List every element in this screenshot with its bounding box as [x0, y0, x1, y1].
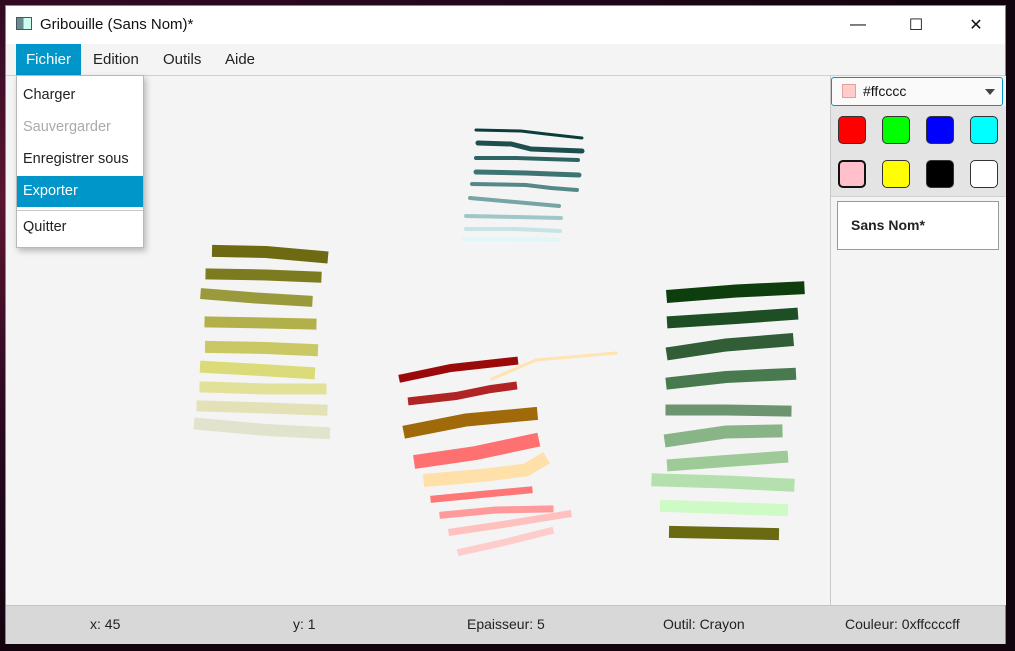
menu-item-exporter[interactable]: Exporter — [17, 176, 143, 207]
menu-edition[interactable]: Edition — [83, 44, 149, 75]
menu-item-enregistrer-sous[interactable]: Enregistrer sous — [17, 144, 143, 175]
scribble-group-olive — [193, 244, 331, 440]
menu-bar: Fichier Edition Outils Aide — [6, 44, 1005, 76]
close-button[interactable]: ✕ — [947, 6, 1005, 44]
menu-aide[interactable]: Aide — [215, 44, 265, 75]
app-window: Gribouille (Sans Nom)* — ☐ ✕ Fichier Edi… — [6, 6, 1006, 644]
scribble-group-teal — [462, 128, 585, 242]
side-panel: #ffcccc Sans Nom* — [830, 76, 1006, 605]
scribble-group-green — [651, 281, 805, 541]
palette-swatch-cyan[interactable] — [970, 116, 998, 144]
palette-swatch-white[interactable] — [970, 160, 998, 188]
palette-swatch-green[interactable] — [882, 116, 910, 144]
maximize-icon: ☐ — [908, 17, 924, 34]
document-name: Sans Nom* — [851, 217, 925, 233]
menu-separator — [17, 210, 143, 211]
minimize-icon: — — [850, 16, 866, 33]
maximize-button[interactable]: ☐ — [887, 6, 945, 44]
palette-swatch-pink[interactable] — [838, 160, 866, 188]
close-icon: ✕ — [969, 17, 983, 34]
chevron-down-icon[interactable] — [985, 89, 995, 95]
palette-swatch-red[interactable] — [838, 116, 866, 144]
color-picker-combo[interactable]: #ffcccc — [831, 77, 1003, 106]
color-picker-value: #ffcccc — [863, 83, 907, 99]
fichier-dropdown-menu: Charger Sauvergarder Enregistrer sous Ex… — [16, 75, 144, 248]
color-palette — [831, 106, 1006, 197]
app-icon — [16, 17, 32, 30]
window-title: Gribouille (Sans Nom)* — [40, 16, 194, 33]
palette-swatch-yellow[interactable] — [882, 160, 910, 188]
status-tool: Outil: Crayon — [663, 616, 745, 632]
current-color-swatch — [842, 84, 856, 98]
status-x: x: 45 — [90, 616, 121, 632]
palette-swatch-blue[interactable] — [926, 116, 954, 144]
menu-outils[interactable]: Outils — [153, 44, 211, 75]
menu-item-quitter[interactable]: Quitter — [17, 212, 143, 243]
minimize-button[interactable]: — — [829, 6, 887, 44]
menu-fichier[interactable]: Fichier — [16, 44, 82, 75]
scribble-group-red — [398, 351, 618, 557]
status-color: Couleur: 0xffccccff — [845, 616, 960, 632]
palette-swatch-black[interactable] — [926, 160, 954, 188]
status-y: y: 1 — [293, 616, 316, 632]
menu-item-charger[interactable]: Charger — [17, 80, 143, 111]
menu-item-sauvergarder: Sauvergarder — [23, 119, 111, 135]
status-thickness: Epaisseur: 5 — [467, 616, 545, 632]
document-card[interactable]: Sans Nom* — [837, 201, 999, 250]
title-bar[interactable]: Gribouille (Sans Nom)* — ☐ ✕ — [6, 6, 1005, 44]
status-bar: x: 45 y: 1 Epaisseur: 5 Outil: Crayon Co… — [6, 605, 1005, 644]
